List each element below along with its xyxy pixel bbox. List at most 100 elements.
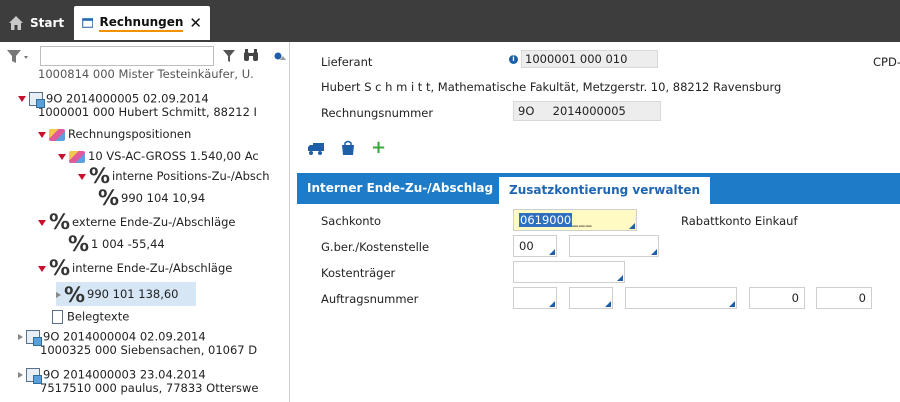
tree-item-externe-ende-zuabschlaege[interactable]: % externe Ende-Zu-/Abschläge [38, 212, 236, 233]
auftrag-number-2[interactable]: 0 [816, 287, 872, 309]
home-icon [9, 16, 23, 30]
tree-item-interne-value-selected[interactable]: % 990 101 138,60 [56, 282, 196, 307]
auftrag-input-3[interactable] [625, 287, 737, 309]
tree-item-line1: 9O 2014000005 02.09.2014 [46, 91, 209, 106]
collapse-arrow-icon[interactable] [18, 334, 23, 340]
invoice-doc-icon [29, 92, 45, 108]
tree-item-interne-position-value[interactable]: % 990 104 10,94 [98, 188, 206, 209]
tree-item-invoice[interactable]: 9O 2014000004 02.09.2014 1000325 000 Sie… [18, 330, 257, 357]
percent-icon: % [49, 210, 71, 234]
tree-item-externe-value[interactable]: % 1 004 -55,44 [68, 234, 165, 255]
info-icon[interactable]: i [509, 55, 518, 64]
detail-tabstrip: Interner Ende-Zu-/Abschlag Zusatzkontier… [297, 173, 900, 204]
expand-arrow-icon[interactable] [38, 131, 46, 138]
gber-input[interactable]: 00 [513, 235, 557, 257]
tree-item-label: 1 004 -55,44 [91, 237, 165, 251]
tree-item-rechnungspositionen[interactable]: Rechnungspositionen [38, 128, 191, 141]
tree-item-position[interactable]: 10 VS-AC-GROSS 1.540,00 Ac [58, 150, 259, 163]
rechnung-number: 2014000005 [552, 104, 626, 118]
filter-dropdown-icon[interactable] [6, 49, 30, 65]
tree-item-line2: 1000325 000 Siebensachen, 01067 D [40, 343, 258, 357]
toolbar: + [307, 139, 386, 157]
invoice-doc-icon [26, 368, 42, 384]
percent-icon: % [68, 232, 90, 256]
auftrag-input-2[interactable] [569, 287, 613, 309]
add-icon[interactable]: + [371, 139, 386, 157]
percent-icon: % [98, 186, 120, 210]
sachkonto-label: Sachkonto [321, 214, 382, 228]
expand-arrow-icon[interactable] [58, 153, 66, 160]
tree-scrollbar-up-icon[interactable] [279, 54, 287, 62]
auftrag-number-1-value: 0 [791, 291, 799, 305]
tree-item-label: Belegtexte [67, 309, 130, 324]
tree-item-label: interne Ende-Zu-/Abschläge [72, 261, 233, 275]
document-page-icon [52, 310, 63, 324]
expand-arrow-icon[interactable] [38, 265, 46, 272]
tab-zusatzkontierung-verwalten[interactable]: Zusatzkontierung verwalten [499, 177, 711, 204]
auftrag-input-1[interactable] [513, 287, 557, 309]
tab-bar: Start Rechnungen ✕ [0, 0, 900, 42]
tree-item-label: 1000814 000 Mister Testeinkäufer, U. [38, 67, 254, 81]
tree-item-invoice[interactable]: 9O 2014000005 02.09.2014 1000001 000 Hub… [18, 92, 257, 119]
percent-icon: % [49, 256, 71, 280]
tree-item-label: 990 101 138,60 [87, 287, 179, 301]
gber-value: 00 [519, 239, 534, 253]
cpd-label: CPD- [873, 55, 900, 69]
expand-arrow-icon[interactable] [38, 219, 46, 226]
collapse-arrow-icon[interactable] [56, 291, 61, 298]
lieferant-label: Lieferant [321, 55, 373, 69]
rechnungsnummer-field[interactable]: 9O 2014000005 [513, 101, 661, 121]
truck-icon[interactable] [307, 140, 325, 156]
tree-item-label: externe Ende-Zu-/Abschläge [72, 215, 236, 229]
tree-item-partial[interactable]: 1000814 000 Mister Testeinkäufer, U. [38, 68, 254, 81]
tab-start-label: Start [30, 16, 65, 30]
positions-stack-icon [69, 150, 85, 163]
tab-rechnungen[interactable]: Rechnungen ✕ [74, 6, 210, 40]
tree-item-label: interne Positions-Zu-/Absch [112, 169, 270, 183]
expand-arrow-icon[interactable] [18, 96, 26, 102]
tree-item-interne-positions-zuabschlag[interactable]: % interne Positions-Zu-/Absch [78, 166, 270, 187]
tree-item-label: 990 104 10,94 [121, 191, 206, 205]
window-icon [82, 18, 94, 28]
percent-icon: % [64, 282, 86, 307]
tree-item-line2: 1000001 000 Hubert Schmitt, 88212 I [38, 105, 257, 119]
tree-item-line1: 9O 2014000003 23.04.2014 [43, 367, 206, 382]
collapse-arrow-icon[interactable] [18, 372, 23, 378]
tree-item-invoice[interactable]: 9O 2014000003 23.04.2014 7517510 000 pau… [18, 368, 258, 395]
tree-item-line2: 7517510 000 paulus, 77833 Otterswe [40, 381, 259, 395]
expand-arrow-icon[interactable] [78, 173, 86, 180]
tab-interner-ende-zuabschlag[interactable]: Interner Ende-Zu-/Abschlag [297, 173, 503, 204]
sachkonto-description: Rabattkonto Einkauf [681, 214, 798, 228]
supplier-address: Hubert S c h m i t t, Mathematische Faku… [321, 80, 782, 94]
rechnungsnummer-label: Rechnungsnummer [321, 106, 434, 120]
auftrag-number-1[interactable]: 0 [749, 287, 805, 309]
shopping-bag-icon[interactable] [339, 140, 357, 156]
auftrag-number-2-value: 0 [858, 291, 866, 305]
invoice-detail-panel: Lieferant i 1000001 000 010 CPD- Hubert S… [291, 42, 900, 402]
tree-item-label: Rechnungspositionen [68, 127, 192, 141]
filter-icon[interactable] [222, 49, 236, 63]
kostenstelle-input[interactable] [569, 235, 659, 257]
tree-item-label: 10 VS-AC-GROSS 1.540,00 Ac [88, 149, 259, 163]
sachkonto-value: 0619000 [519, 213, 573, 227]
percent-icon: % [89, 164, 111, 188]
close-icon[interactable]: ✕ [189, 14, 202, 32]
tree-item-interne-ende-zuabschlaege[interactable]: % interne Ende-Zu-/Abschläge [38, 258, 233, 279]
tree-item-line1: 9O 2014000004 02.09.2014 [43, 329, 206, 344]
navigation-tree-panel: 1000814 000 Mister Testeinkäufer, U. 9O … [0, 42, 290, 402]
invoice-doc-icon [26, 330, 42, 346]
tree-search-input[interactable] [40, 46, 214, 66]
rechnung-prefix: 9O [518, 104, 535, 118]
auftragsnummer-label: Auftragsnummer [321, 292, 419, 306]
binoculars-icon[interactable] [243, 48, 259, 63]
lieferant-field[interactable]: i 1000001 000 010 [505, 50, 659, 70]
tab-rechnungen-label: Rechnungen [99, 15, 184, 32]
gber-kostenstelle-label: G.ber./Kostenstelle [321, 240, 430, 254]
lieferant-value: 1000001 000 010 [521, 50, 659, 68]
kostentraeger-input[interactable] [513, 261, 625, 283]
sachkonto-input[interactable]: 0619000___ [513, 209, 637, 231]
tab-start[interactable]: Start [8, 6, 64, 40]
positions-stack-icon [49, 128, 65, 141]
tree-item-belegtexte[interactable]: Belegtexte [52, 310, 129, 324]
kostentraeger-label: Kostenträger [321, 266, 396, 280]
